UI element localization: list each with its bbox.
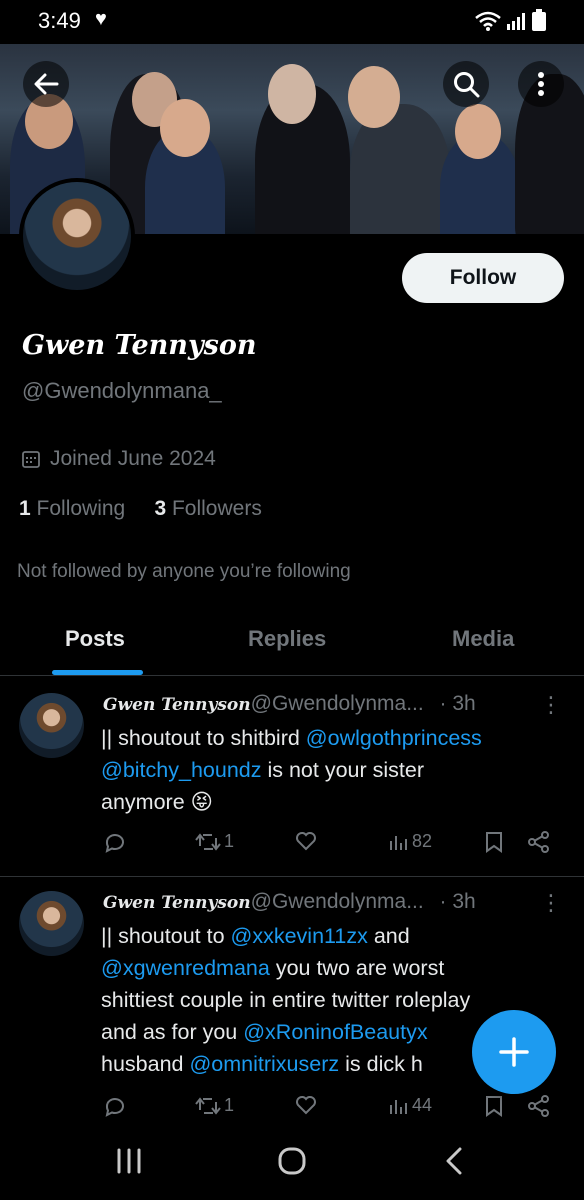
post-avatar[interactable]	[19, 891, 84, 956]
mention-link[interactable]: @owlgothprincess	[306, 726, 482, 750]
views-button[interactable]: 82	[389, 831, 432, 852]
more-options-button[interactable]	[518, 61, 564, 107]
recent-apps-icon[interactable]	[116, 1148, 142, 1174]
views-count: 82	[412, 831, 433, 851]
post-author-handle[interactable]: @Gwendolynma...	[251, 890, 424, 913]
reply-button[interactable]	[103, 831, 125, 853]
like-button[interactable]	[295, 831, 317, 851]
reply-icon	[105, 834, 124, 853]
bookmark-icon	[486, 1096, 502, 1117]
share-button[interactable]	[528, 831, 550, 853]
retweet-button[interactable]: 1	[195, 831, 234, 852]
post-time: · 3h	[439, 692, 476, 715]
battery-icon	[532, 9, 546, 31]
plus-icon	[499, 1037, 529, 1067]
nav-back-icon[interactable]	[444, 1147, 464, 1175]
followers-link[interactable]: 3 Followers	[154, 497, 261, 520]
share-button[interactable]	[528, 1095, 550, 1117]
joined-date: Joined June 2024	[22, 447, 216, 471]
wifi-icon	[475, 11, 501, 31]
views-button[interactable]: 44	[389, 1095, 432, 1116]
views-icon	[390, 1099, 407, 1114]
profile-handle: @Gwendolynmana_	[22, 378, 222, 403]
profile-avatar[interactable]	[19, 178, 135, 294]
compose-post-button[interactable]	[472, 1010, 556, 1094]
tab-posts[interactable]: Posts	[65, 626, 125, 652]
mention-link[interactable]: @xgwenredmana	[101, 956, 270, 980]
mention-link[interactable]: @xRoninofBeautyx	[243, 1020, 427, 1044]
display-name: Gwen Tennyson	[22, 330, 257, 361]
post-more-icon[interactable]: ⋮	[540, 890, 562, 916]
back-button[interactable]	[23, 61, 69, 107]
retweet-count: 1	[224, 1095, 235, 1115]
post-more-icon[interactable]: ⋮	[540, 692, 562, 718]
mention-link[interactable]: @xxkevin11zx	[231, 924, 368, 948]
post-actions: 1 44	[103, 1095, 563, 1125]
not-followed-notice: Not followed by anyone you’re following	[17, 561, 351, 582]
signal-icon	[507, 13, 525, 30]
more-vertical-icon	[538, 72, 544, 96]
views-count: 44	[412, 1095, 433, 1115]
follow-stats: 1 Following 3 Followers	[19, 497, 262, 521]
status-time: 3:49	[38, 8, 81, 33]
retweet-button[interactable]: 1	[195, 1095, 234, 1116]
system-nav-bar	[0, 1128, 584, 1200]
post-author-handle[interactable]: @Gwendolynma...	[251, 692, 424, 715]
post-author-name[interactable]: Gwen Tennyson	[103, 695, 251, 715]
tab-replies[interactable]: Replies	[248, 626, 326, 652]
bookmark-icon	[486, 832, 502, 853]
bookmark-button[interactable]	[485, 831, 503, 853]
retweet-icon	[195, 832, 221, 851]
post-avatar[interactable]	[19, 693, 84, 758]
joined-text: Joined June 2024	[50, 447, 216, 470]
views-icon	[390, 835, 407, 850]
home-icon[interactable]	[277, 1146, 307, 1176]
calendar-icon	[22, 451, 40, 468]
retweet-icon	[195, 1096, 221, 1115]
post-header: Gwen Tennyson@Gwendolynma... · 3h	[103, 692, 476, 716]
reply-icon	[105, 1098, 124, 1117]
like-button[interactable]	[295, 1095, 317, 1115]
post-actions: 1 82	[103, 831, 563, 861]
heart-outline-icon	[296, 1096, 316, 1115]
follow-button[interactable]: Follow	[402, 253, 564, 303]
heart-outline-icon	[296, 832, 316, 851]
search-icon	[454, 72, 480, 98]
bookmark-button[interactable]	[485, 1095, 503, 1117]
reply-button[interactable]	[103, 1095, 125, 1117]
post-author-name[interactable]: Gwen Tennyson	[103, 893, 251, 913]
heart-icon: ♥	[95, 8, 107, 30]
following-link[interactable]: 1 Following	[19, 497, 125, 520]
mention-link[interactable]: @omnitrixuserz	[189, 1052, 339, 1076]
mention-link[interactable]: @bitchy_houndz	[101, 758, 261, 782]
post-time: · 3h	[439, 890, 476, 913]
post-text: || shoutout to shitbird @owlgothprincess…	[101, 726, 482, 814]
tab-media[interactable]: Media	[452, 626, 514, 652]
status-bar: 3:49 ♥	[0, 0, 584, 44]
post-item[interactable]: Gwen Tennyson@Gwendolynma... · 3h ⋮ || s…	[0, 676, 584, 876]
search-button[interactable]	[443, 61, 489, 107]
share-icon	[528, 1095, 549, 1117]
arrow-left-icon	[34, 73, 59, 95]
retweet-count: 1	[224, 831, 235, 851]
post-header: Gwen Tennyson@Gwendolynma... · 3h	[103, 890, 476, 914]
share-icon	[528, 831, 549, 853]
